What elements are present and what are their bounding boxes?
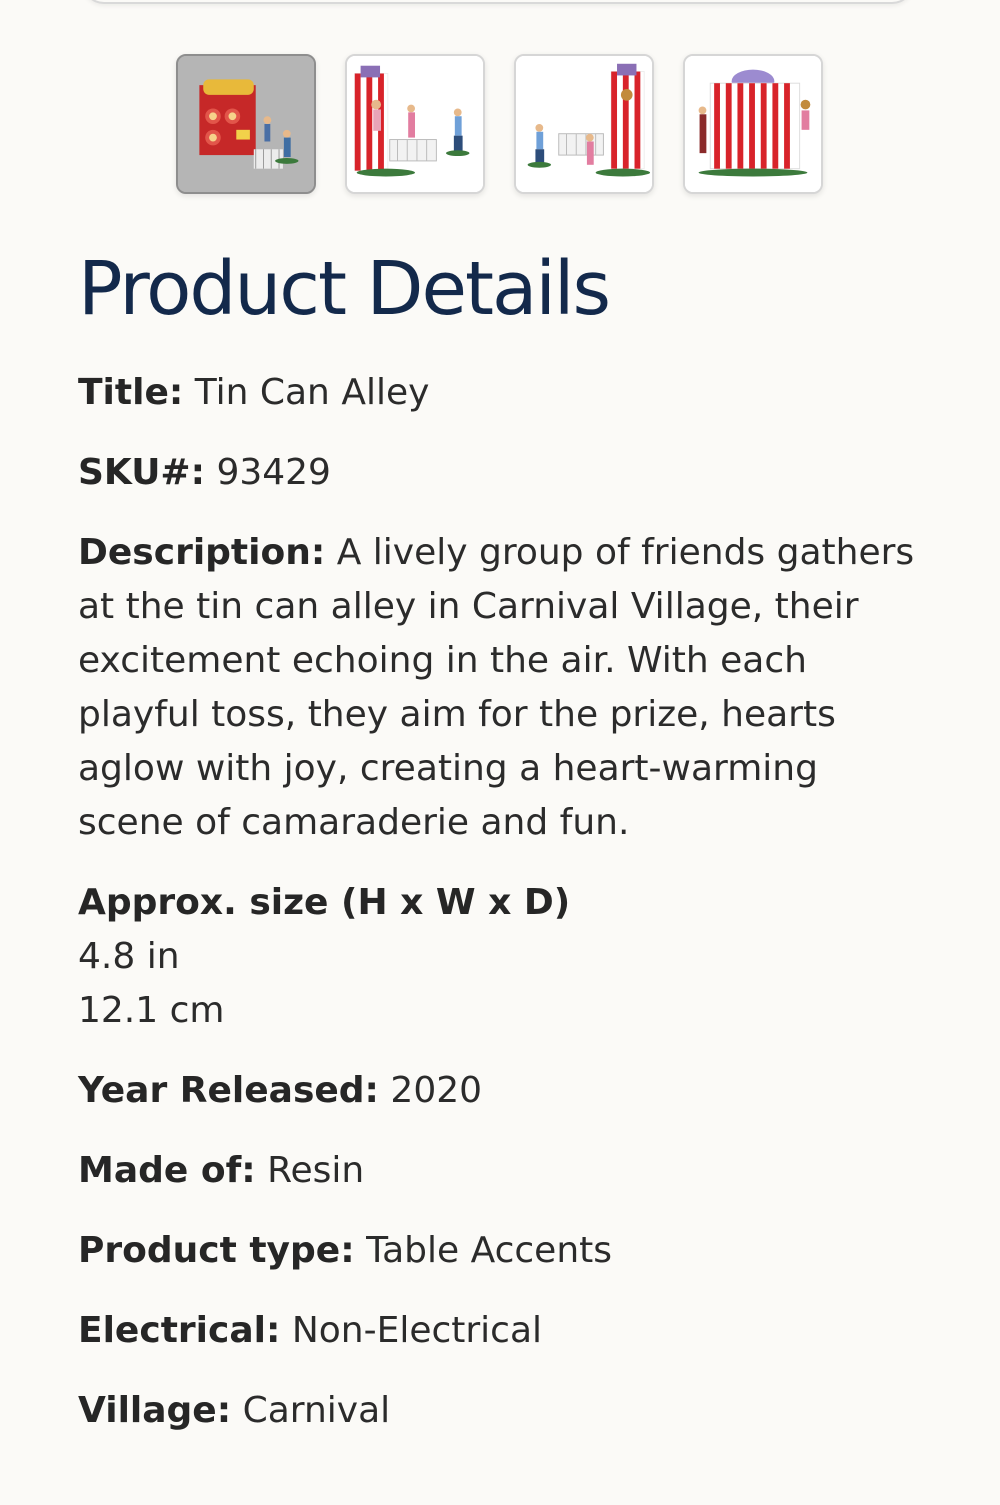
detail-label: Made of: xyxy=(78,1150,256,1191)
detail-label: Village: xyxy=(78,1390,232,1431)
detail-description: Description: A lively group of friends g… xyxy=(78,526,928,850)
detail-value: Carnival xyxy=(242,1390,391,1431)
product-details-page: Product Details Title: Tin Can Alley SKU… xyxy=(0,0,1000,1505)
detail-size: Approx. size (H x W x D) 4.8 in 12.1 cm xyxy=(78,876,928,1038)
detail-title: Title: Tin Can Alley xyxy=(78,366,928,420)
thumbnail-4[interactable] xyxy=(683,54,823,194)
side-view-image xyxy=(347,56,483,192)
thumbnail-gallery xyxy=(176,54,823,194)
thumbnail-1[interactable] xyxy=(176,54,316,194)
detail-label: Title: xyxy=(78,372,184,413)
detail-village: Village: Carnival xyxy=(78,1384,928,1438)
detail-label: Electrical: xyxy=(78,1310,281,1351)
detail-label: Approx. size (H x W x D) xyxy=(78,882,571,923)
other-side-image xyxy=(516,56,652,192)
back-view-image xyxy=(685,56,821,192)
detail-value: 2020 xyxy=(390,1070,483,1111)
detail-label: Description: xyxy=(78,532,326,573)
detail-value: Tin Can Alley xyxy=(194,372,430,413)
detail-label: Product type: xyxy=(78,1230,355,1271)
thumbnail-3[interactable] xyxy=(514,54,654,194)
detail-value: Non-Electrical xyxy=(291,1310,543,1351)
detail-electrical: Electrical: Non-Electrical xyxy=(78,1304,928,1358)
size-cm: 12.1 cm xyxy=(78,990,225,1031)
page-title: Product Details xyxy=(78,246,611,332)
detail-product-type: Product type: Table Accents xyxy=(78,1224,928,1278)
thumbnail-2[interactable] xyxy=(345,54,485,194)
detail-sku: SKU#: 93429 xyxy=(78,446,928,500)
detail-value: 93429 xyxy=(216,452,331,493)
size-inches: 4.8 in xyxy=(78,936,180,977)
detail-value: Resin xyxy=(267,1150,365,1191)
detail-value: Table Accents xyxy=(366,1230,613,1271)
detail-year: Year Released: 2020 xyxy=(78,1064,928,1118)
booth-scene-image xyxy=(178,56,314,192)
detail-value: A lively group of friends gathers at the… xyxy=(78,532,915,843)
main-product-image[interactable] xyxy=(82,0,914,4)
product-details-list: Title: Tin Can Alley SKU#: 93429 Descrip… xyxy=(78,366,928,1464)
detail-label: Year Released: xyxy=(78,1070,379,1111)
detail-material: Made of: Resin xyxy=(78,1144,928,1198)
detail-label: SKU#: xyxy=(78,452,205,493)
